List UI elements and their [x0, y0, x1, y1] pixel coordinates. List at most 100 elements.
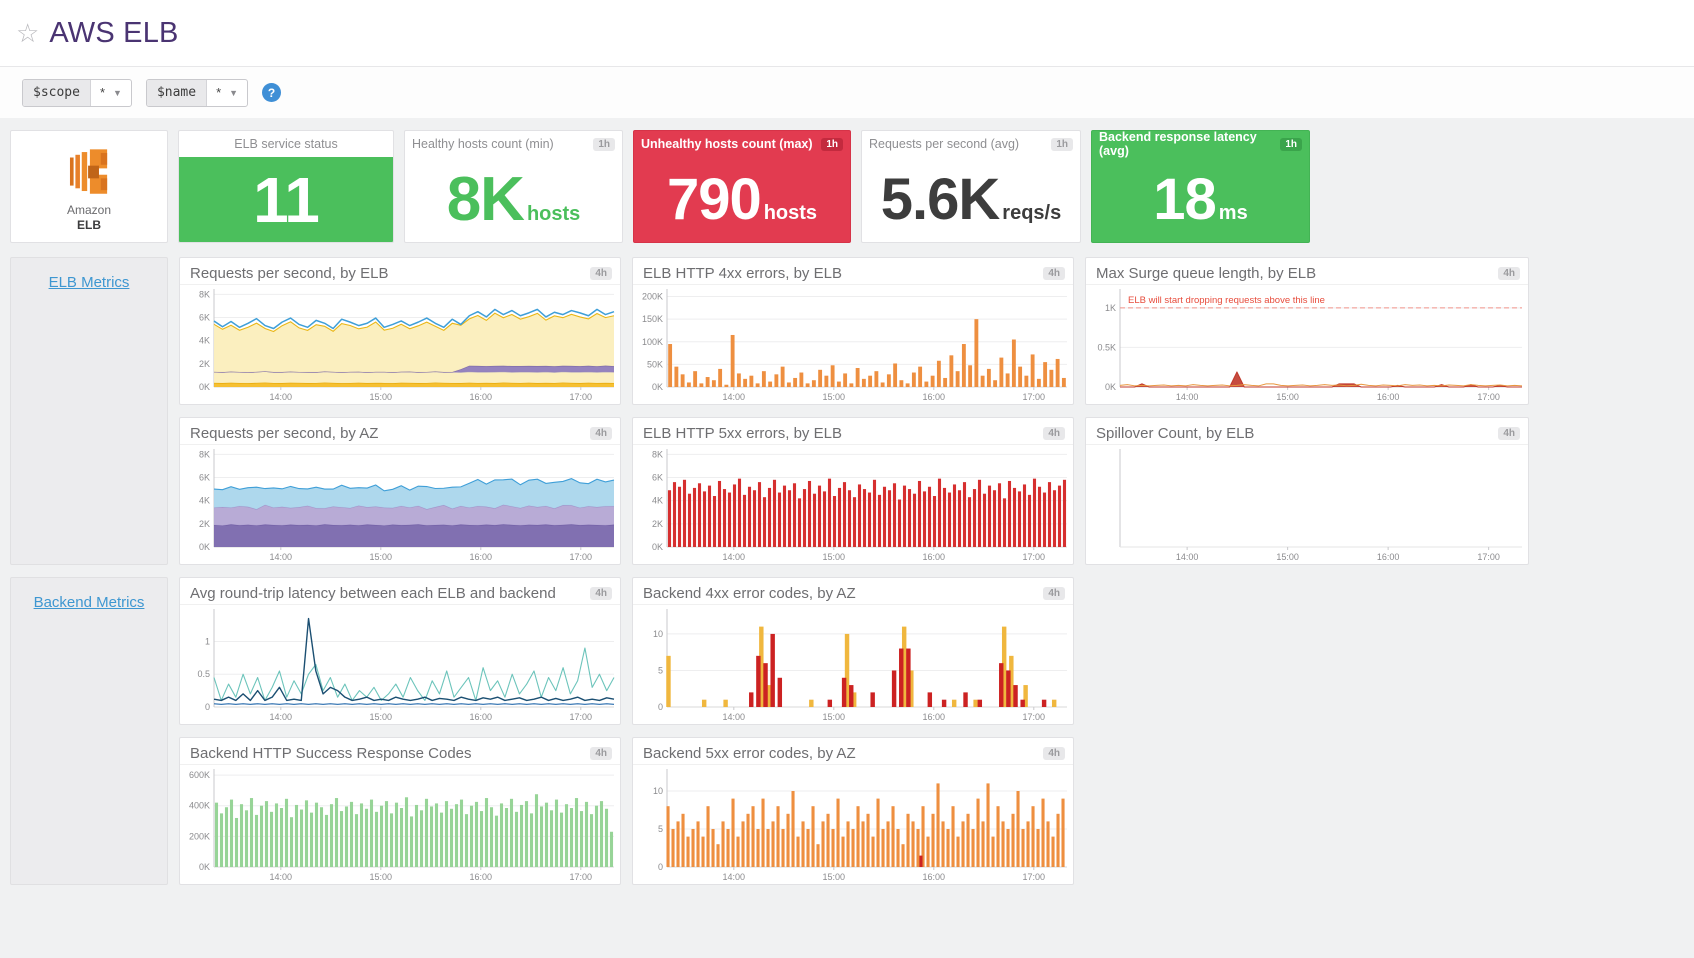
chart-plot-area[interactable]: 1K0.5K0K14:0015:0016:0017:00ELB will sta…	[1086, 285, 1528, 404]
favorite-star-icon[interactable]: ☆	[16, 18, 39, 49]
chart-requests-per-second-by-elb: Requests per second, by ELB 4h 8K6K4K2K0…	[179, 257, 621, 405]
timeframe-badge: 4h	[590, 267, 612, 280]
chart-title: ELB HTTP 5xx errors, by ELB	[643, 425, 842, 442]
healthy-hosts-widget: Healthy hosts count (min) 1h 8K hosts	[404, 130, 623, 243]
timeframe-badge: 4h	[590, 427, 612, 440]
widget-title: ELB service status	[179, 131, 393, 157]
svg-text:17:00: 17:00	[1023, 872, 1046, 882]
healthy-hosts-unit: hosts	[527, 203, 580, 226]
chart-plot-area[interactable]: 105014:0015:0016:0017:00	[633, 765, 1073, 884]
chart-backend-5xx-error-codes: Backend 5xx error codes, by AZ 4h 105014…	[632, 737, 1074, 885]
backend-latency-widget: Backend response latency (avg) 1h 18 ms	[1091, 130, 1310, 243]
svg-text:10: 10	[653, 786, 663, 796]
chart-spillover-count: Spillover Count, by ELB 4h 14:0015:0016:…	[1085, 417, 1529, 565]
unhealthy-hosts-widget: Unhealthy hosts count (max) 1h 790 hosts	[633, 130, 851, 243]
widget-value-area: 11	[179, 157, 393, 242]
backend-metrics-note: Backend Metrics	[10, 577, 168, 885]
chart-elb-http-5xx-errors: ELB HTTP 5xx errors, by ELB 4h 8K6K4K2K0…	[632, 417, 1074, 565]
logo-caption: Amazon ELB	[67, 203, 111, 232]
svg-text:16:00: 16:00	[470, 872, 493, 882]
svg-text:8K: 8K	[199, 289, 210, 299]
timeframe-badge: 4h	[1498, 427, 1520, 440]
svg-text:17:00: 17:00	[570, 392, 593, 402]
top-widgets-row: Amazon ELB ELB service status 11 Healthy…	[10, 130, 1684, 243]
svg-text:0K: 0K	[652, 542, 663, 552]
svg-text:1: 1	[205, 636, 210, 646]
elb-metrics-link[interactable]: ELB Metrics	[49, 274, 130, 291]
svg-text:6K: 6K	[199, 472, 210, 482]
widget-title: Unhealthy hosts count (max)	[641, 137, 813, 151]
chart-plot-area[interactable]: 10.5014:0015:0016:0017:00	[180, 605, 620, 724]
svg-text:15:00: 15:00	[823, 552, 846, 562]
scope-variable-dropdown[interactable]: $scope * ▼	[22, 79, 132, 107]
svg-text:17:00: 17:00	[570, 552, 593, 562]
svg-text:8K: 8K	[199, 449, 210, 459]
chart-title: Requests per second, by AZ	[190, 425, 378, 442]
chart-title: Requests per second, by ELB	[190, 265, 388, 282]
svg-text:5: 5	[658, 665, 663, 675]
help-icon[interactable]: ?	[262, 83, 281, 102]
unhealthy-hosts-value: 790	[667, 166, 761, 233]
chart-plot-area[interactable]: 8K6K4K2K0K14:0015:0016:0017:00	[180, 285, 620, 404]
svg-text:6K: 6K	[199, 312, 210, 322]
svg-text:200K: 200K	[189, 831, 210, 841]
chart-title: Backend 4xx error codes, by AZ	[643, 585, 856, 602]
amazon-elb-logo-widget: Amazon ELB	[10, 130, 168, 243]
chart-max-surge-queue-length: Max Surge queue length, by ELB 4h 1K0.5K…	[1085, 257, 1529, 405]
chart-plot-area[interactable]: 105014:0015:0016:0017:00	[633, 605, 1073, 724]
svg-text:0.5: 0.5	[197, 669, 210, 679]
chart-grid: ELB Metrics Requests per second, by ELB …	[10, 257, 1684, 885]
name-variable-label: $name	[147, 80, 207, 106]
unhealthy-hosts-unit: hosts	[764, 202, 817, 225]
svg-text:14:00: 14:00	[270, 552, 293, 562]
widget-title-row: Requests per second (avg) 1h	[862, 131, 1080, 157]
svg-text:16:00: 16:00	[923, 872, 946, 882]
svg-text:1K: 1K	[1105, 303, 1116, 313]
scope-variable-value[interactable]: * ▼	[91, 80, 131, 106]
backend-metrics-link[interactable]: Backend Metrics	[34, 594, 145, 611]
widget-title: Backend response latency (avg)	[1099, 130, 1280, 158]
svg-text:5: 5	[658, 824, 663, 834]
chart-plot-area[interactable]: 200K150K100K50K0K14:0015:0016:0017:00	[633, 285, 1073, 404]
svg-text:8K: 8K	[652, 449, 663, 459]
svg-text:14:00: 14:00	[723, 872, 746, 882]
svg-text:16:00: 16:00	[923, 552, 946, 562]
chart-plot-area[interactable]: 8K6K4K2K0K14:0015:0016:0017:00	[633, 445, 1073, 564]
scope-variable-label: $scope	[23, 80, 91, 106]
chart-plot-area[interactable]: 14:0015:0016:0017:00	[1086, 445, 1528, 564]
svg-text:600K: 600K	[189, 770, 210, 780]
chart-plot-area[interactable]: 600K400K200K0K14:0015:0016:0017:00	[180, 765, 620, 884]
svg-text:200K: 200K	[642, 292, 663, 302]
svg-text:4K: 4K	[199, 496, 210, 506]
svg-text:4K: 4K	[199, 336, 210, 346]
chart-plot-area[interactable]: 8K6K4K2K0K14:0015:0016:0017:00	[180, 445, 620, 564]
name-variable-value[interactable]: * ▼	[207, 80, 247, 106]
timeframe-badge: 4h	[1043, 427, 1065, 440]
svg-text:6K: 6K	[652, 472, 663, 482]
widget-value-area: 18 ms	[1092, 157, 1309, 242]
chart-title: ELB HTTP 4xx errors, by ELB	[643, 265, 842, 282]
svg-text:2K: 2K	[199, 359, 210, 369]
chart-title: Backend 5xx error codes, by AZ	[643, 745, 856, 762]
logo-caption-elb: ELB	[77, 218, 101, 232]
widget-value-area: 790 hosts	[634, 157, 850, 242]
widget-title-row: Healthy hosts count (min) 1h	[405, 131, 622, 157]
name-variable-dropdown[interactable]: $name * ▼	[146, 79, 248, 107]
svg-text:ELB will start dropping reques: ELB will start dropping requests above t…	[1128, 295, 1325, 306]
timeframe-badge: 1h	[593, 138, 615, 151]
svg-text:15:00: 15:00	[823, 872, 846, 882]
svg-text:15:00: 15:00	[370, 392, 393, 402]
svg-text:15:00: 15:00	[823, 392, 846, 402]
svg-text:0K: 0K	[199, 542, 210, 552]
svg-text:17:00: 17:00	[1023, 552, 1046, 562]
template-variable-bar: $scope * ▼ $name * ▼ ?	[0, 66, 1694, 118]
svg-text:16:00: 16:00	[923, 392, 946, 402]
timeframe-badge: 1h	[1051, 138, 1073, 151]
chart-backend-http-success-codes: Backend HTTP Success Response Codes 4h 6…	[179, 737, 621, 885]
svg-text:17:00: 17:00	[1477, 392, 1500, 402]
elb-service-status-widget: ELB service status 11	[178, 130, 394, 243]
svg-text:17:00: 17:00	[1477, 552, 1500, 562]
backend-latency-value: 18	[1153, 166, 1216, 233]
svg-text:14:00: 14:00	[270, 712, 293, 722]
svg-text:17:00: 17:00	[570, 712, 593, 722]
